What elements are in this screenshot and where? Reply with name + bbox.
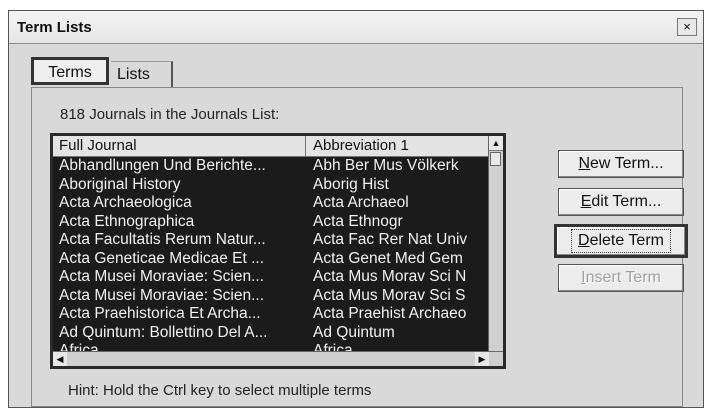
cell-abbreviation: Acta Archaeol [313,194,409,211]
delete-term-label: elete Term [589,232,664,249]
cell-full-journal: Acta Musei Moraviae: Scien... [59,268,265,285]
delete-term-button[interactable]: Delete Term [554,224,688,258]
arrow-left-icon[interactable]: ◀ [53,352,67,366]
cell-abbreviation: Acta Ethnogr [313,212,403,230]
insert-term-button[interactable]: Insert Term [558,264,684,292]
cell-full-journal: Acta Ethnographica [59,212,195,230]
cell-full-journal: Ad Quintum: Bollettino Del A... [59,323,268,341]
list-item[interactable]: Acta Facultatis Rerum Natur... Acta Fac R… [53,231,489,250]
term-lists-dialog: Term Lists × Terms Lists 818 Journals in… [8,10,704,408]
cell-full-journal: Acta Archaeologica [59,194,192,211]
list-item[interactable]: Acta Archaeologica Acta Archaeol [53,194,489,213]
cell-full-journal: Aboriginal History [59,175,181,193]
cell-abbreviation: Acta Mus Morav Sci N [313,268,467,285]
journal-list[interactable]: Full Journal Abbreviation 1 Abhandlungen… [50,133,506,369]
cell-full-journal: Acta Geneticae Medicae Et ... [59,249,265,267]
arrow-up-icon[interactable]: ▲ [489,136,503,151]
scroll-thumb[interactable] [490,152,501,166]
cell-full-journal: Acta Facultatis Rerum Natur... [59,231,266,248]
cell-abbreviation: Acta Praehist Archaeo [313,305,467,322]
cell-abbreviation: Abh Ber Mus Völkerk [313,157,459,174]
list-header: Full Journal Abbreviation 1 [53,136,489,157]
window-title: Term Lists [17,19,92,36]
cell-abbreviation: Aborig Hist [313,175,389,193]
list-item[interactable]: Acta Musei Moraviae: Scien... Acta Mus Mo… [53,268,489,287]
list-item[interactable]: Ad Quintum: Bollettino Del A... Ad Quintu… [53,324,489,343]
terms-panel: 818 Journals in the Journals List: Full … [31,87,688,407]
vertical-scrollbar[interactable]: ▲ [488,136,503,354]
edit-term-label: dit Term... [591,193,662,210]
title-bar: Term Lists × [9,11,703,44]
list-rows: Abhandlungen Und Berichte... Abh Ber Mus … [53,157,489,357]
list-item[interactable]: Acta Geneticae Medicae Et ... Acta Genet … [53,250,489,269]
cell-abbreviation: Acta Genet Med Gem [313,249,463,267]
cell-full-journal: Acta Praehistorica Et Archa... [59,305,261,322]
list-item[interactable]: Acta Ethnographica Acta Ethnogr [53,213,489,232]
list-item[interactable]: Aboriginal History Aborig Hist [53,176,489,195]
cell-full-journal: Acta Musei Moraviae: Scien... [59,286,265,304]
cell-abbreviation: Acta Fac Rer Nat Univ [313,231,468,248]
list-item[interactable]: Abhandlungen Und Berichte... Abh Ber Mus … [53,157,489,176]
horizontal-scrollbar[interactable]: ◀ ▶ [53,351,503,366]
delete-term-focus: Delete Term [571,229,671,253]
column-header-abbreviation[interactable]: Abbreviation 1 [313,137,409,154]
list-item[interactable]: Acta Musei Moraviae: Scien... Acta Mus Mo… [53,287,489,306]
edit-term-mnemonic: E [580,193,592,210]
hint-text: Hint: Hold the Ctrl key to select multip… [68,382,372,399]
new-term-button[interactable]: New Term... [558,150,684,178]
journal-count-label: 818 Journals in the Journals List: [60,106,280,123]
cell-full-journal: Abhandlungen Und Berichte... [59,157,266,174]
new-term-mnemonic: N [578,155,591,172]
list-item[interactable]: Acta Praehistorica Et Archa... Acta Praeh… [53,305,489,324]
delete-term-mnemonic: D [578,232,590,249]
tab-terms[interactable]: Terms [31,57,109,85]
tab-lists[interactable]: Lists [111,61,173,87]
insert-term-label: nsert Term [585,269,661,286]
edit-term-button[interactable]: Edit Term... [558,188,684,216]
column-header-full-journal[interactable]: Full Journal [59,137,137,154]
column-divider[interactable] [305,136,306,156]
cell-abbreviation: Acta Mus Morav Sci S [313,286,466,304]
arrow-right-icon[interactable]: ▶ [475,352,489,366]
close-icon[interactable]: × [677,18,697,36]
cell-abbreviation: Ad Quintum [313,323,395,341]
new-term-label: ew Term... [590,155,664,172]
